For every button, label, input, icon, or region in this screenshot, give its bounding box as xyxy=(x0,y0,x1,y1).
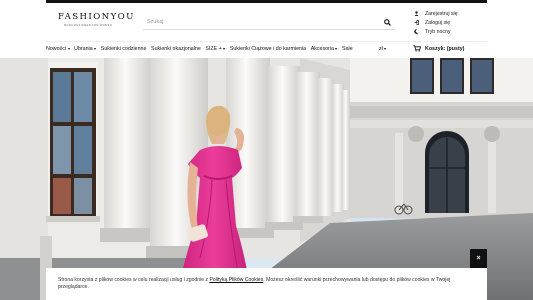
chevron-down-icon xyxy=(94,48,97,50)
cookie-close-button[interactable]: × xyxy=(470,249,487,268)
user-icon xyxy=(414,11,419,16)
login-icon xyxy=(414,20,419,25)
nav-item-label: Sukienki codzienne xyxy=(100,46,147,52)
register-label: Zarejestruj się xyxy=(425,10,458,17)
search-input[interactable] xyxy=(147,16,367,27)
nav-item-label: SIZE + xyxy=(205,46,222,52)
nav-item-label: Sale xyxy=(342,46,353,52)
main-navigation: Nowości Ubrania Sukienki codzienne Sukienki… xyxy=(46,41,487,58)
search-button[interactable] xyxy=(381,16,393,28)
site-header: FASHIONYOU MODA DESIGNED FOR WOMEN Zarej… xyxy=(0,3,533,41)
nav-item-label: Ubrania xyxy=(74,46,93,52)
nav-item-label: Akcesoria xyxy=(310,46,334,52)
hero-photo xyxy=(0,58,533,300)
register-link[interactable]: Zarejestruj się xyxy=(414,9,494,18)
nav-item-sukienki-ciążowe-i-do-karmienia[interactable]: Sukienki Ciążowe i do karmienia xyxy=(230,46,306,52)
cart-icon xyxy=(413,45,421,52)
nav-items: Nowości Ubrania Sukienki codzienne Sukienki… xyxy=(46,46,357,52)
nav-item-label: Sukienki okazjonalne xyxy=(151,46,201,52)
cookie-text-before: Strona korzysta z plików cookies w celu … xyxy=(58,277,210,283)
chevron-down-icon xyxy=(223,48,226,50)
cart-button[interactable]: Koszyk: (pusty) xyxy=(413,45,464,52)
nav-item-sale[interactable]: Sale xyxy=(342,46,353,52)
chevron-down-icon xyxy=(335,48,338,50)
close-icon: × xyxy=(476,255,481,262)
nav-item-sukienki-codzienne[interactable]: Sukienki codzienne xyxy=(101,46,147,52)
nav-item-akcesoria[interactable]: Akcesoria xyxy=(311,46,338,52)
moon-icon xyxy=(414,29,419,34)
brand-tagline: MODA DESIGNED FOR WOMEN xyxy=(63,24,113,27)
night-mode-toggle[interactable]: Tryb nocny xyxy=(414,27,494,36)
account-menu: Zarejestruj się Zaloguj się Tryb nocny xyxy=(414,9,494,36)
cookie-policy-link[interactable]: Polityką Plików Cookies xyxy=(209,277,263,283)
nav-item-label: Sukienki Ciążowe i do karmienia xyxy=(229,46,307,52)
nav-item-ubrania[interactable]: Ubrania xyxy=(74,46,97,52)
currency-selector[interactable]: zł xyxy=(379,46,387,52)
nav-item-size[interactable]: SIZE + xyxy=(205,46,226,52)
chevron-down-icon xyxy=(67,48,70,50)
hero-banner[interactable] xyxy=(0,58,533,300)
search-icon xyxy=(383,18,391,26)
cookie-text: Strona korzysta z plików cookies w celu … xyxy=(58,277,476,291)
nav-item-nowości[interactable]: Nowości xyxy=(46,46,70,52)
currency-label: zł xyxy=(379,46,383,52)
login-link[interactable]: Zaloguj się xyxy=(414,18,494,27)
brand-logo[interactable]: FASHIONYOU MODA DESIGNED FOR WOMEN xyxy=(58,12,135,34)
cart-label: Koszyk: (pusty) xyxy=(425,45,465,52)
cookie-notice: Strona korzysta z plików cookies w celu … xyxy=(46,268,487,300)
chevron-down-icon xyxy=(384,48,387,50)
search-bar xyxy=(143,14,395,30)
night-mode-label: Tryb nocny xyxy=(425,28,451,35)
nav-item-sukienki-okazjonalne[interactable]: Sukienki okazjonalne xyxy=(151,46,201,52)
nav-item-label: Nowości xyxy=(46,46,67,52)
brand-name: FASHIONYOU xyxy=(58,12,135,22)
login-label: Zaloguj się xyxy=(425,19,451,26)
